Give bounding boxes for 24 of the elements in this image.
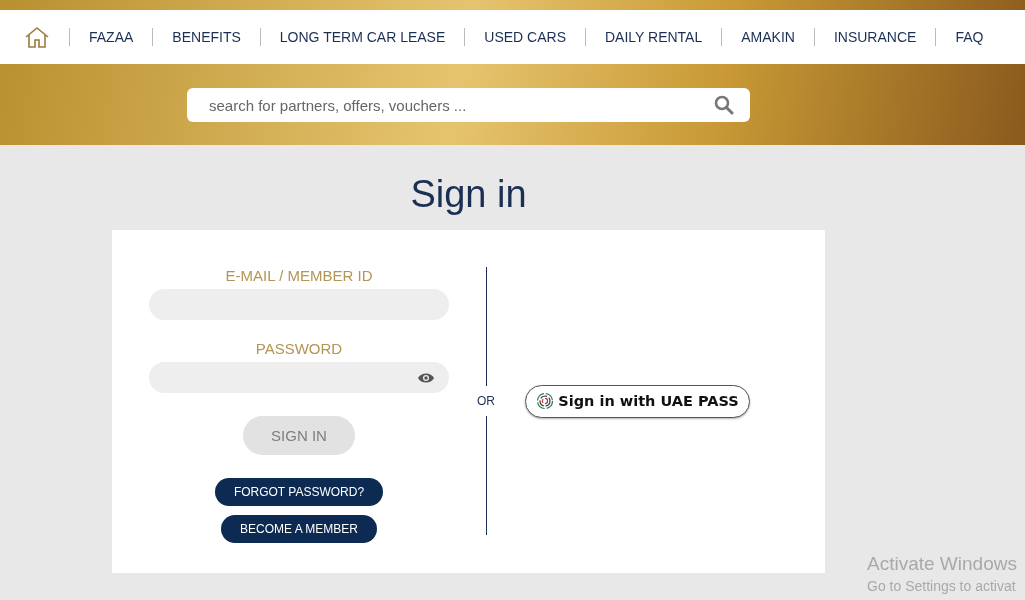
nav-link[interactable]: FAQ — [935, 28, 1003, 46]
field-label: PASSWORD — [255, 340, 343, 357]
search-button[interactable] — [698, 88, 750, 122]
uae-pass-button[interactable]: Sign in with UAE PASS — [525, 384, 750, 418]
link-button[interactable]: FORGOT PASSWORD? — [214, 478, 384, 506]
nav-link[interactable]: INSURANCE — [813, 28, 936, 46]
home-icon — [24, 26, 50, 48]
field-label: E-MAIL / MEMBER ID — [225, 267, 373, 284]
eye-icon[interactable] — [417, 371, 435, 384]
search-icon — [714, 95, 734, 115]
search-field[interactable]: search for partners, offers, vouchers ... — [187, 88, 698, 122]
or-label: OR — [477, 393, 495, 410]
link-button[interactable]: BECOME A MEMBER — [221, 515, 377, 543]
nav-link[interactable]: DAILY RENTAL — [584, 28, 722, 46]
fingerprint-icon — [536, 392, 555, 410]
nav-link[interactable]: AMAKIN — [721, 28, 814, 46]
nav-link[interactable]: LONG TERM CAR LEASE — [259, 28, 465, 46]
nav-link[interactable]: USED CARS — [464, 28, 585, 46]
page-title: Sign in — [410, 173, 527, 216]
activation-notice-text: Go to Settings to activat — [867, 578, 1017, 594]
activation-notice-title: Activate Windows — [867, 553, 1018, 575]
nav-link[interactable]: FAZAA — [69, 28, 153, 46]
input-field[interactable] — [149, 362, 449, 393]
nav-link[interactable]: BENEFITS — [152, 28, 260, 46]
